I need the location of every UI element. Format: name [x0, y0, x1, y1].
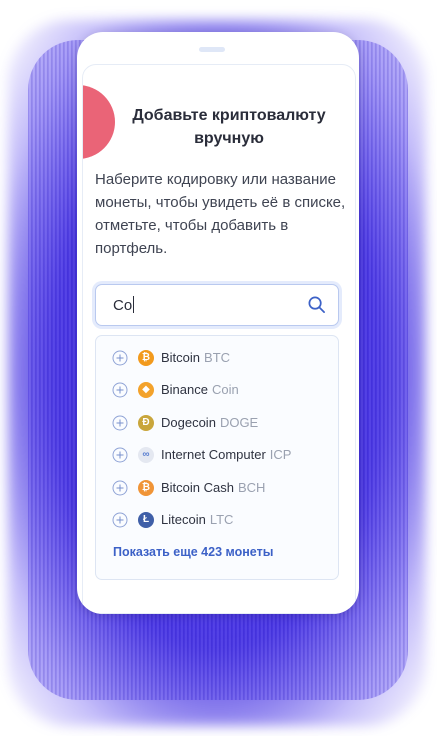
coin-name: Dogecoin — [161, 415, 216, 430]
result-row[interactable]: ₿ Bitcoin BTC — [96, 345, 338, 371]
coin-ticker: LTC — [209, 512, 234, 527]
add-icon[interactable] — [112, 512, 128, 528]
coin-name: Binance — [161, 382, 208, 397]
show-more-link[interactable]: Показать еще 423 монеты — [113, 545, 273, 559]
coin-ticker: ICP — [269, 447, 292, 462]
coin-label: Litecoin LTC — [161, 512, 233, 527]
search-input-value: Co — [113, 297, 133, 314]
result-row[interactable]: ◆ Binance Coin — [96, 377, 338, 403]
coin-ticker: BTC — [204, 350, 231, 365]
search-results-dropdown: ₿ Bitcoin BTC ◆ Binance Coin Ð Dogecoin DOG… — [95, 335, 339, 580]
coin-ticker: BCH — [237, 480, 266, 495]
coin-ticker: Coin — [211, 382, 239, 397]
coin-label: Internet Computer ICP — [161, 447, 291, 462]
result-row[interactable]: Ł Litecoin LTC — [96, 507, 338, 533]
phone-notch — [199, 47, 225, 52]
litecoin-icon: Ł — [138, 512, 154, 528]
coin-name: Bitcoin — [161, 350, 201, 365]
text-caret — [133, 296, 135, 313]
add-icon[interactable] — [112, 447, 128, 463]
coin-label: Bitcoin Cash BCH — [161, 480, 265, 495]
result-row[interactable]: ∞ Internet Computer ICP — [96, 442, 338, 468]
coin-label: Dogecoin DOGE — [161, 415, 258, 430]
binance-icon: ◆ — [138, 382, 154, 398]
result-row[interactable]: Ð Dogecoin DOGE — [96, 410, 338, 436]
search-icon[interactable] — [307, 295, 326, 314]
internet-computer-icon: ∞ — [138, 447, 154, 463]
coin-ticker: DOGE — [219, 415, 259, 430]
phone-frame: Добавьте криптовалюту вручную Наберите к… — [77, 32, 359, 614]
page-description: Наберите кодировку или название монеты, … — [95, 171, 346, 257]
bitcoin-icon: ₿ — [138, 350, 154, 366]
add-icon[interactable] — [112, 382, 128, 398]
search-input-wrap[interactable]: Co — [113, 296, 135, 314]
result-row[interactable]: ₿ Bitcoin Cash BCH — [96, 475, 338, 501]
coin-name: Litecoin — [161, 512, 206, 527]
add-crypto-card: Добавьте криптовалюту вручную Наберите к… — [82, 64, 356, 614]
coin-label: Binance Coin — [161, 382, 239, 397]
coin-name: Bitcoin Cash — [161, 480, 234, 495]
add-icon[interactable] — [112, 480, 128, 496]
dogecoin-icon: Ð — [138, 415, 154, 431]
bitcoin-cash-icon: ₿ — [138, 480, 154, 496]
add-icon[interactable] — [112, 415, 128, 431]
coin-label: Bitcoin BTC — [161, 350, 230, 365]
search-field[interactable]: Co — [95, 284, 339, 326]
add-icon[interactable] — [112, 350, 128, 366]
coin-name: Internet Computer — [161, 447, 266, 462]
page-title: Добавьте криптовалюту вручную — [132, 107, 326, 147]
